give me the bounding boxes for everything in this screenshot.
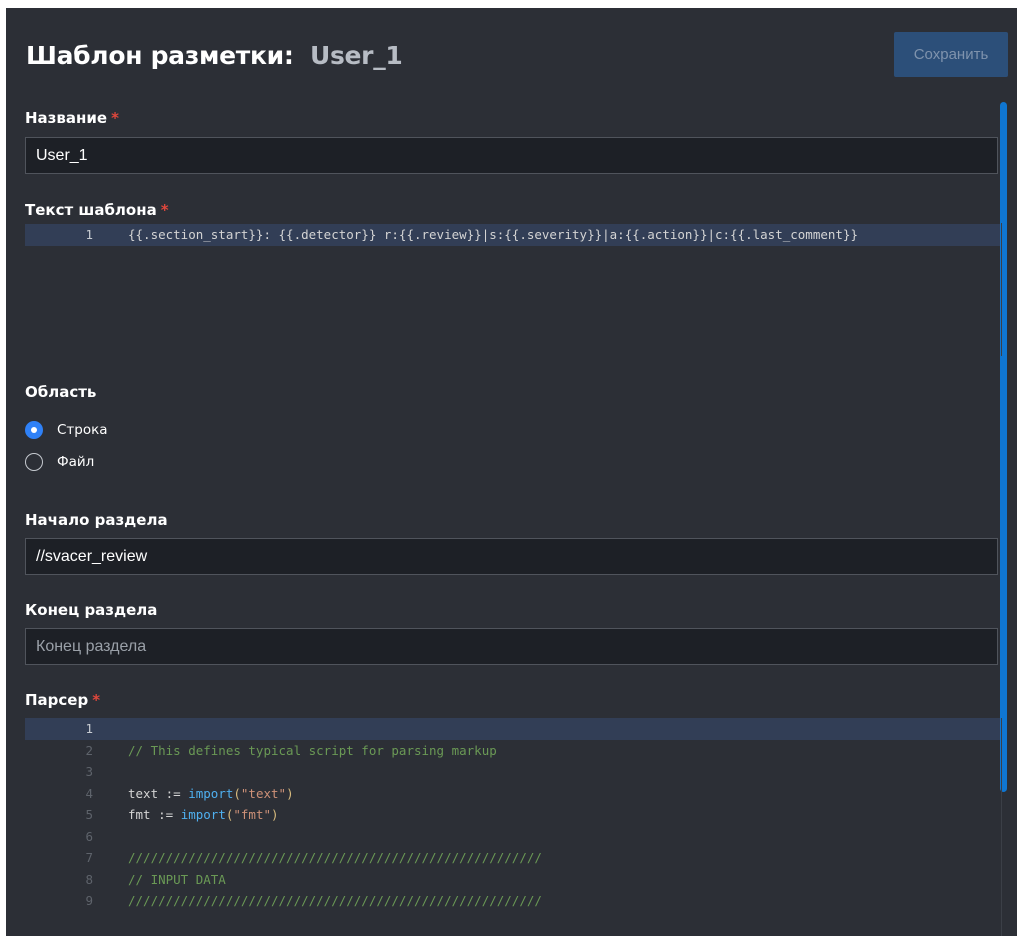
vertical-scrollbar[interactable] <box>1000 102 1007 792</box>
name-required-marker: * <box>111 109 119 127</box>
section-start-label: Начало раздела <box>25 511 168 529</box>
parser-code-line[interactable]: 9 ///////////////////////////////////////… <box>25 890 1000 912</box>
code-token-string: "text" <box>240 785 287 801</box>
template-code-line[interactable]: 1 {{.section_start}}: {{.detector}} r:{{.… <box>25 224 1000 246</box>
line-number: 4 <box>85 785 93 801</box>
code-token-fn: import <box>180 807 226 822</box>
parser-editor-gutter-line <box>1001 718 1002 936</box>
parser-code-text: ////////////////////////////////////////… <box>128 847 542 869</box>
name-field-label-text: Название <box>25 109 108 127</box>
template-code-text: {{.section_start}}: {{.detector}} r:{{.r… <box>128 227 858 242</box>
name-input[interactable] <box>25 137 998 174</box>
name-field-label: Название * <box>25 109 119 127</box>
line-number: 5 <box>85 807 93 822</box>
line-number: 1 <box>85 227 93 242</box>
line-number: 2 <box>85 742 93 758</box>
template-editor-gutter-line <box>1001 223 1002 356</box>
code-token-comment: // INPUT DATA <box>128 871 226 887</box>
code-token-paren: ) <box>271 807 279 822</box>
parser-code-line[interactable]: 5 fmt := import("fmt") <box>25 804 1000 826</box>
section-end-label: Конец раздела <box>25 601 158 619</box>
scope-option-line-label[interactable]: Строка <box>57 422 108 438</box>
parser-code-line[interactable]: 4 text := import("text") <box>25 783 1000 805</box>
parser-code-text: // INPUT DATA <box>128 869 226 891</box>
parser-code-text: text := import("text") <box>128 783 294 805</box>
scope-option-file[interactable]: Файл <box>25 452 94 472</box>
page-title-template-name: User_1 <box>309 41 403 70</box>
code-token-string: "fmt" <box>233 807 272 822</box>
parser-code-editor[interactable]: 1 2 // This defines typical script for par… <box>25 718 1002 936</box>
code-token-comment: // This defines typical script for parsi… <box>128 742 497 758</box>
line-number: 6 <box>85 828 93 844</box>
template-editor-panel: Шаблон разметки: User_1 Сохранить Назван… <box>6 8 1017 936</box>
parser-code-text: fmt := import("fmt") <box>128 804 279 826</box>
parser-code-line[interactable]: 6 <box>25 826 1000 848</box>
parser-code-line[interactable]: 3 <box>25 761 1000 783</box>
radio-checked-icon[interactable] <box>25 421 43 439</box>
scope-option-file-label[interactable]: Файл <box>57 454 94 470</box>
code-token-plain: text := <box>128 785 189 801</box>
code-token-comment: ////////////////////////////////////////… <box>128 850 542 865</box>
parser-code-text: // This defines typical script for parsi… <box>128 740 497 762</box>
parser-code-line[interactable]: 7 ///////////////////////////////////////… <box>25 847 1000 869</box>
code-token-paren: ( <box>233 785 241 801</box>
page-title-prefix: Шаблон разметки: <box>26 41 294 70</box>
page-title: Шаблон разметки: User_1 <box>26 41 403 70</box>
parser-code-line[interactable]: 2 // This defines typical script for pars… <box>25 740 1000 762</box>
code-token-comment: ////////////////////////////////////////… <box>128 893 542 908</box>
line-number: 8 <box>85 871 93 887</box>
parser-label-text: Парсер <box>25 691 89 709</box>
code-token-plain: fmt := <box>128 807 181 822</box>
line-number: 7 <box>85 850 93 865</box>
parser-required-marker: * <box>92 691 101 709</box>
template-text-required-marker: * <box>160 201 169 219</box>
parser-label: Парсер * <box>25 691 100 709</box>
radio-unchecked-icon[interactable] <box>25 453 43 471</box>
template-text-label: Текст шаблона * <box>25 201 169 219</box>
section-end-input[interactable] <box>25 628 998 665</box>
line-number: 1 <box>85 721 93 736</box>
scope-label: Область <box>25 383 97 401</box>
line-number: 3 <box>85 764 93 779</box>
radio-dot-icon <box>31 427 37 433</box>
section-start-input[interactable] <box>25 538 998 575</box>
code-token-paren: ) <box>286 785 294 801</box>
parser-code-text: ////////////////////////////////////////… <box>128 890 542 912</box>
line-number: 9 <box>85 893 93 908</box>
save-button[interactable]: Сохранить <box>894 32 1008 77</box>
scope-option-line[interactable]: Строка <box>25 420 108 440</box>
parser-code-line[interactable]: 1 <box>25 718 1000 740</box>
template-text-label-text: Текст шаблона <box>25 201 157 219</box>
parser-code-line[interactable]: 8 // INPUT DATA <box>25 869 1000 891</box>
code-token-fn: import <box>188 785 234 801</box>
template-text-editor[interactable]: 1 {{.section_start}}: {{.detector}} r:{{.… <box>25 223 1002 356</box>
